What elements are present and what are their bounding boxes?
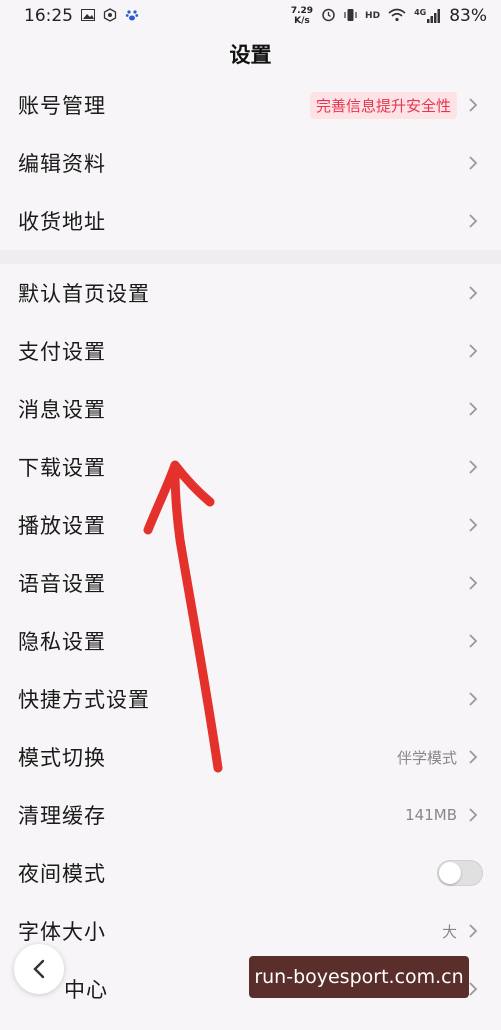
- cache-size-value: 141MB: [405, 806, 457, 824]
- settings-row-privacy[interactable]: 隐私设置: [0, 612, 501, 670]
- group-divider: [0, 250, 501, 264]
- paw-icon: [125, 8, 139, 25]
- row-label: 下载设置: [18, 456, 106, 480]
- chevron-right-icon: [463, 689, 483, 709]
- clock: 16:25: [24, 6, 73, 26]
- status-bar: 16:25 7.29 K/s HD 4G 83%: [0, 0, 501, 32]
- row-label: 账号管理: [18, 94, 106, 118]
- row-label: 默认首页设置: [18, 282, 150, 306]
- settings-row-payment[interactable]: 支付设置: [0, 322, 501, 380]
- watermark-banner: run-boyesport.com.cn: [249, 956, 469, 998]
- row-label: 消息设置: [18, 398, 106, 422]
- settings-row-shortcuts[interactable]: 快捷方式设置: [0, 670, 501, 728]
- row-label: 播放设置: [18, 514, 106, 538]
- chevron-right-icon: [463, 341, 483, 361]
- row-right: 大: [442, 921, 483, 942]
- status-left: 16:25: [24, 6, 139, 26]
- chevron-right-icon: [463, 747, 483, 767]
- settings-row-download[interactable]: 下载设置: [0, 438, 501, 496]
- row-right: 完善信息提升安全性: [309, 91, 483, 119]
- chevron-left-icon: [33, 959, 45, 979]
- settings-row-edit-profile[interactable]: 编辑资料: [0, 134, 501, 192]
- chevron-right-icon: [463, 573, 483, 593]
- net-speed-value: 7.29: [290, 6, 314, 16]
- font-size-value: 大: [441, 922, 457, 941]
- row-label: 支付设置: [18, 340, 106, 364]
- gallery-icon: [81, 8, 95, 24]
- settings-row-clear-cache[interactable]: 清理缓存 141MB: [0, 786, 501, 844]
- page-title: 设置: [229, 43, 272, 67]
- row-label: 字体大小: [18, 920, 106, 944]
- settings-list: 账号管理 完善信息提升安全性 编辑资料 收货地址 默认首页设置 支付设置 消息设…: [0, 76, 501, 1018]
- chevron-right-icon: [463, 95, 483, 115]
- battery-percent: 83%: [449, 6, 487, 26]
- row-label: 编辑资料: [18, 152, 106, 176]
- settings-row-default-home[interactable]: 默认首页设置: [0, 264, 501, 322]
- row-label: 语音设置: [18, 572, 106, 596]
- settings-row-night-mode: 夜间模式: [0, 844, 501, 902]
- settings-row-address[interactable]: 收货地址: [0, 192, 501, 250]
- settings-row-mode-switch[interactable]: 模式切换 伴学模式: [0, 728, 501, 786]
- back-button[interactable]: [14, 944, 64, 994]
- net-speed: 7.29 K/s: [291, 6, 313, 26]
- chevron-right-icon: [463, 515, 483, 535]
- row-label: 夜间模式: [18, 862, 106, 886]
- settings-row-font-size[interactable]: 字体大小 大: [0, 902, 501, 960]
- net-speed-unit: K/s: [294, 16, 310, 26]
- chevron-right-icon: [463, 153, 483, 173]
- wifi-icon: [388, 8, 406, 25]
- row-label: 清理缓存: [18, 804, 106, 828]
- row-label: 收货地址: [18, 210, 106, 234]
- security-badge: 完善信息提升安全性: [309, 91, 457, 119]
- settings-row-account[interactable]: 账号管理 完善信息提升安全性: [0, 76, 501, 134]
- chevron-right-icon: [463, 457, 483, 477]
- signal-icon: 4G: [414, 9, 441, 23]
- chevron-right-icon: [463, 921, 483, 941]
- settings-notification-icon: [103, 7, 117, 25]
- row-label: 隐私设置: [18, 630, 106, 654]
- chevron-right-icon: [463, 631, 483, 651]
- chevron-right-icon: [463, 399, 483, 419]
- hd-label: HD: [365, 10, 381, 21]
- night-mode-toggle[interactable]: [437, 860, 483, 886]
- mode-value: 伴学模式: [396, 748, 457, 767]
- network-type: 4G: [414, 8, 427, 17]
- toggle-knob: [439, 862, 461, 884]
- alarm-icon: [321, 7, 336, 25]
- status-right: 7.29 K/s HD 4G 83%: [291, 6, 487, 26]
- settings-row-voice[interactable]: 语音设置: [0, 554, 501, 612]
- row-right: 伴学模式: [397, 747, 483, 768]
- chevron-right-icon: [463, 211, 483, 231]
- settings-row-messages[interactable]: 消息设置: [0, 380, 501, 438]
- row-label: 快捷方式设置: [18, 688, 150, 712]
- vibrate-icon: [344, 8, 357, 25]
- chevron-right-icon: [463, 283, 483, 303]
- header: 设置: [0, 32, 501, 76]
- settings-row-playback[interactable]: 播放设置: [0, 496, 501, 554]
- chevron-right-icon: [463, 805, 483, 825]
- row-label: 模式切换: [18, 746, 106, 770]
- row-right: 141MB: [405, 805, 483, 825]
